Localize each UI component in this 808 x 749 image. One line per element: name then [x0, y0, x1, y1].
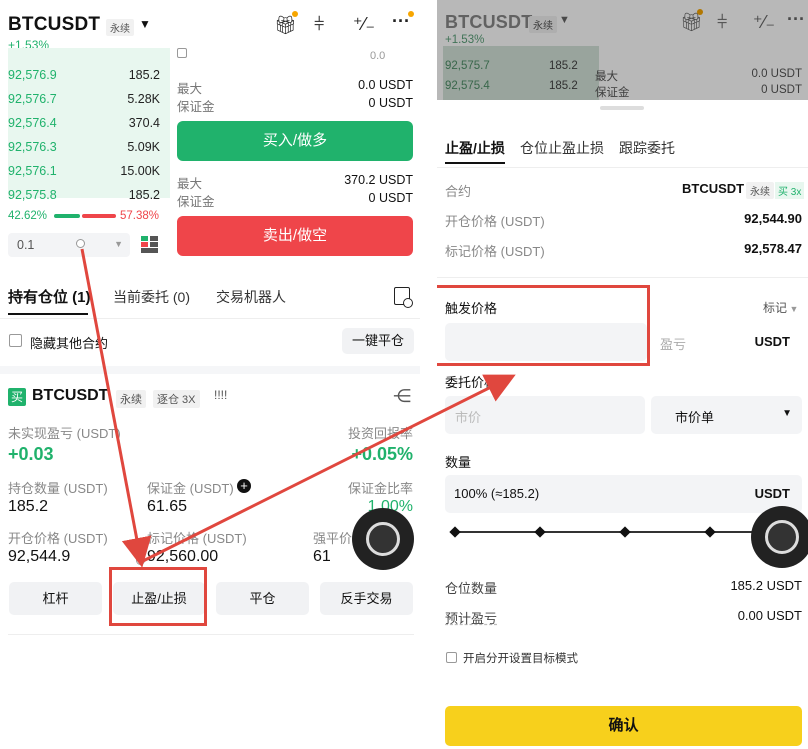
annotation-arrows — [80, 248, 516, 568]
arrow-to-tp-sl — [80, 248, 152, 568]
arrow-to-trigger-price — [140, 374, 516, 564]
